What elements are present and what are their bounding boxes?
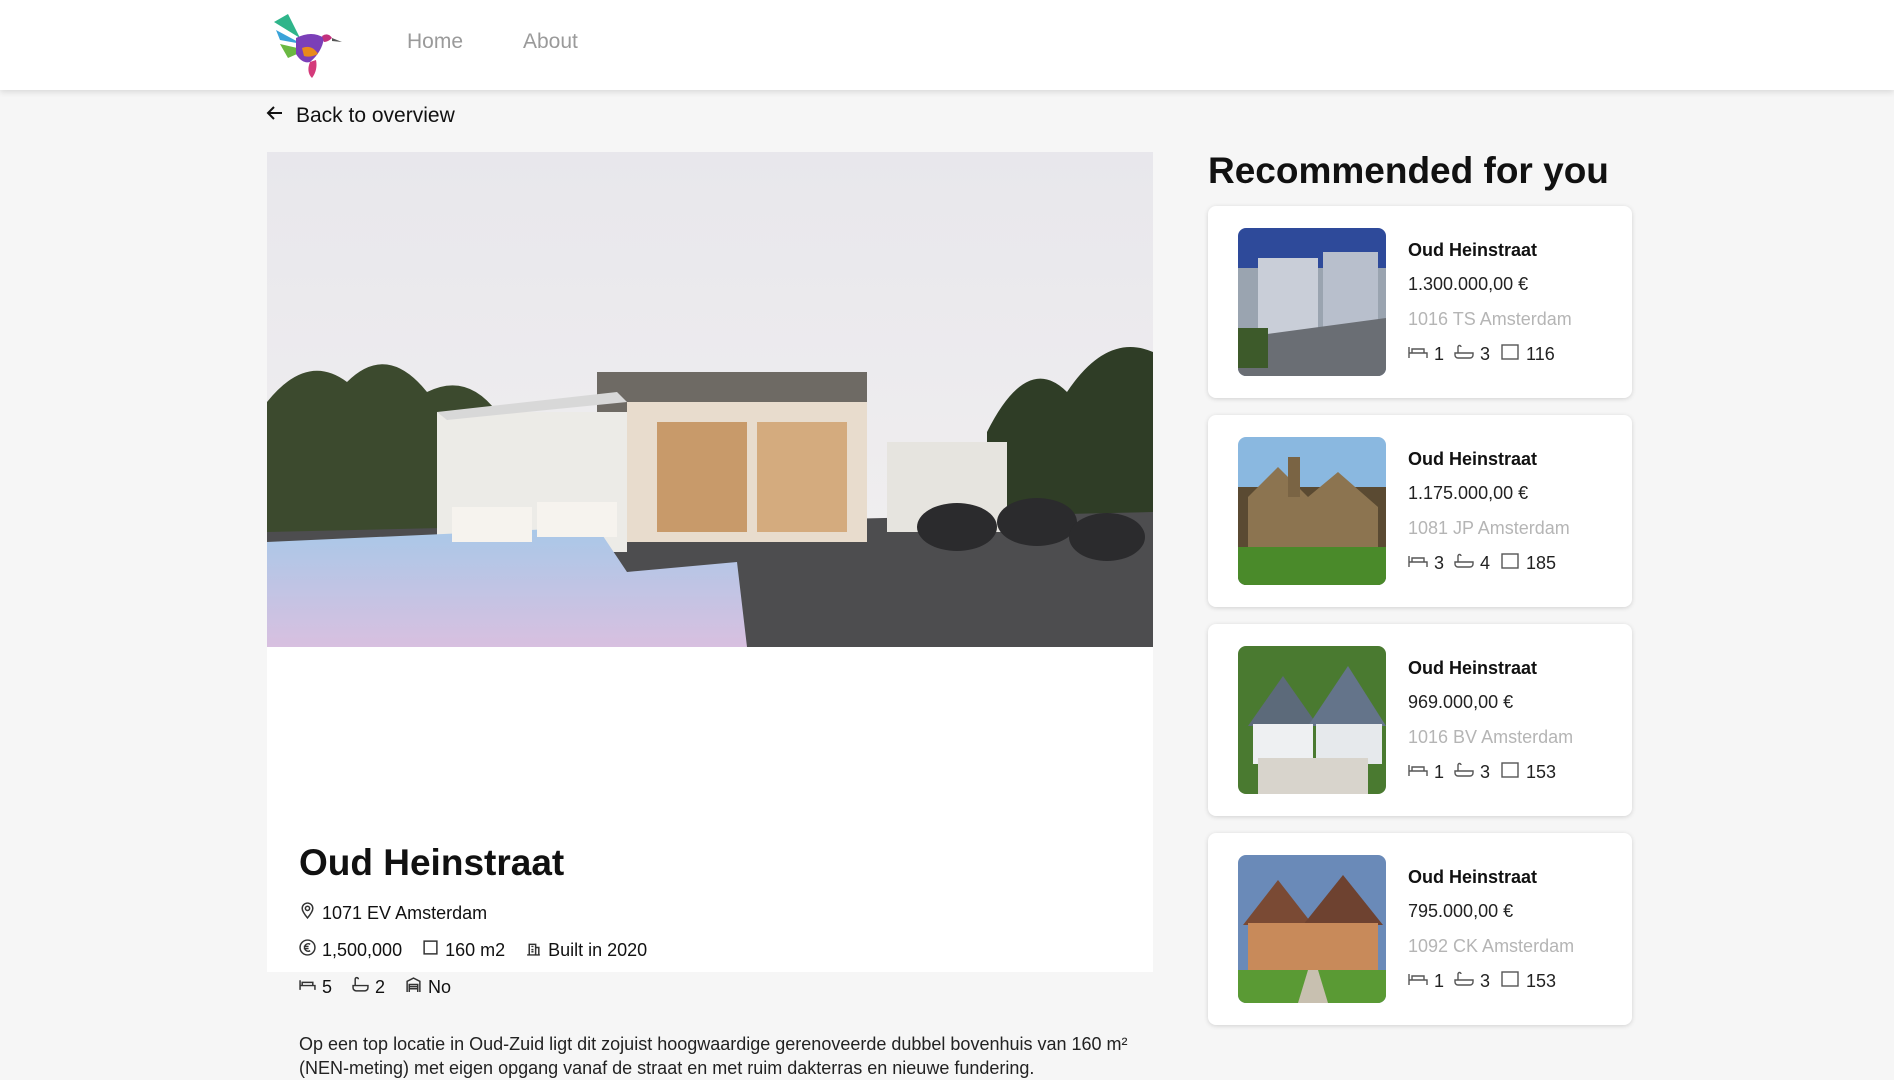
bed-icon (1408, 552, 1428, 575)
bath-icon (352, 976, 369, 998)
recommended-baths: 3 (1480, 762, 1491, 782)
listing-bedrooms: 5 (322, 976, 333, 997)
nav-about-link[interactable]: About (523, 30, 578, 54)
bath-icon (1454, 552, 1474, 575)
nav-home-link[interactable]: Home (407, 30, 463, 54)
listing-size: 160 m2 (445, 939, 506, 960)
recommended-stats: 3 4 185 (1408, 552, 1556, 575)
recommended-baths: 3 (1480, 971, 1491, 991)
recommended-size: 153 (1526, 762, 1557, 782)
recommended-size: 116 (1526, 344, 1555, 364)
back-label: Back to overview (296, 104, 455, 127)
recommended-card[interactable]: Oud Heinstraat 795.000,00 € 1092 CK Amst… (1208, 833, 1632, 1025)
building-icon (525, 939, 542, 961)
bath-icon (1454, 343, 1474, 366)
recommended-title: Recommended for you (1208, 150, 1609, 191)
listing-bathrooms: 2 (375, 976, 386, 997)
recommended-stats: 1 3 153 (1408, 761, 1556, 784)
euro-icon (299, 939, 316, 961)
recommended-thumbnail (1238, 228, 1386, 376)
recommended-beds: 1 (1434, 344, 1445, 364)
bed-icon (1408, 343, 1428, 366)
map-pin-icon (299, 902, 316, 924)
area-icon (422, 939, 439, 961)
listing-title: Oud Heinstraat (299, 842, 565, 883)
recommended-card[interactable]: Oud Heinstraat 969.000,00 € 1016 BV Amst… (1208, 624, 1632, 816)
bath-icon (1454, 761, 1474, 784)
area-icon (1500, 552, 1520, 575)
recommended-name: Oud Heinstraat (1408, 658, 1538, 678)
bath-icon (1454, 970, 1474, 993)
recommended-address: 1081 JP Amsterdam (1408, 518, 1570, 538)
area-icon (1500, 343, 1520, 366)
recommended-price: 1.300.000,00 € (1408, 274, 1529, 294)
recommended-size: 185 (1526, 553, 1557, 573)
listing-specs-row: 1,500,000 160 m2 Built in 2020 (299, 939, 647, 961)
recommended-stats: 1 3 153 (1408, 970, 1556, 993)
recommended-size: 153 (1526, 971, 1557, 991)
area-icon (1500, 970, 1520, 993)
recommended-baths: 4 (1480, 553, 1491, 573)
bed-icon (1408, 761, 1428, 784)
listing-rooms-row: 5 2 No (299, 976, 451, 998)
area-icon (1500, 761, 1520, 784)
recommended-price: 969.000,00 € (1408, 692, 1514, 712)
recommended-address: 1016 BV Amsterdam (1408, 727, 1574, 747)
bed-icon (299, 976, 316, 998)
recommended-address: 1092 CK Amsterdam (1408, 936, 1575, 956)
back-to-overview-link[interactable]: Back to overview (266, 104, 455, 128)
hummingbird-logo-icon[interactable] (266, 4, 344, 80)
recommended-beds: 1 (1434, 762, 1445, 782)
listing-hero-image (267, 152, 1153, 647)
recommended-thumbnail (1238, 855, 1386, 1003)
bed-icon (1408, 970, 1428, 993)
recommended-stats: 1 3 116 (1408, 343, 1555, 366)
recommended-baths: 3 (1480, 344, 1491, 364)
listing-description: Op een top locatie in Oud-Zuid ligt dit … (299, 1034, 1128, 1078)
listing-built-year: Built in 2020 (548, 939, 648, 960)
recommended-card[interactable]: Oud Heinstraat 1.175.000,00 € 1081 JP Am… (1208, 415, 1632, 607)
recommended-thumbnail (1238, 646, 1386, 794)
garage-icon (405, 976, 422, 998)
recommended-price: 795.000,00 € (1408, 901, 1514, 921)
listing-address-row: 1071 EV Amsterdam (299, 902, 487, 924)
recommended-thumbnail (1238, 437, 1386, 585)
listing-detail-card: Oud Heinstraat 1071 EV Amsterdam 1,500,0… (267, 152, 1153, 1078)
recommended-name: Oud Heinstraat (1408, 240, 1538, 260)
recommended-beds: 3 (1434, 553, 1445, 573)
recommended-name: Oud Heinstraat (1408, 449, 1538, 469)
arrow-left-icon (266, 104, 284, 128)
listing-garage: No (428, 976, 452, 997)
recommended-price: 1.175.000,00 € (1408, 483, 1529, 503)
listing-price: 1,500,000 (322, 939, 403, 960)
recommended-name: Oud Heinstraat (1408, 867, 1538, 887)
recommended-card[interactable]: Oud Heinstraat 1.300.000,00 € 1016 TS Am… (1208, 206, 1632, 398)
listing-address: 1071 EV Amsterdam (322, 902, 488, 923)
top-navigation-bar: Home About (0, 0, 1894, 90)
recommended-address: 1016 TS Amsterdam (1408, 309, 1572, 329)
recommended-beds: 1 (1434, 971, 1445, 991)
